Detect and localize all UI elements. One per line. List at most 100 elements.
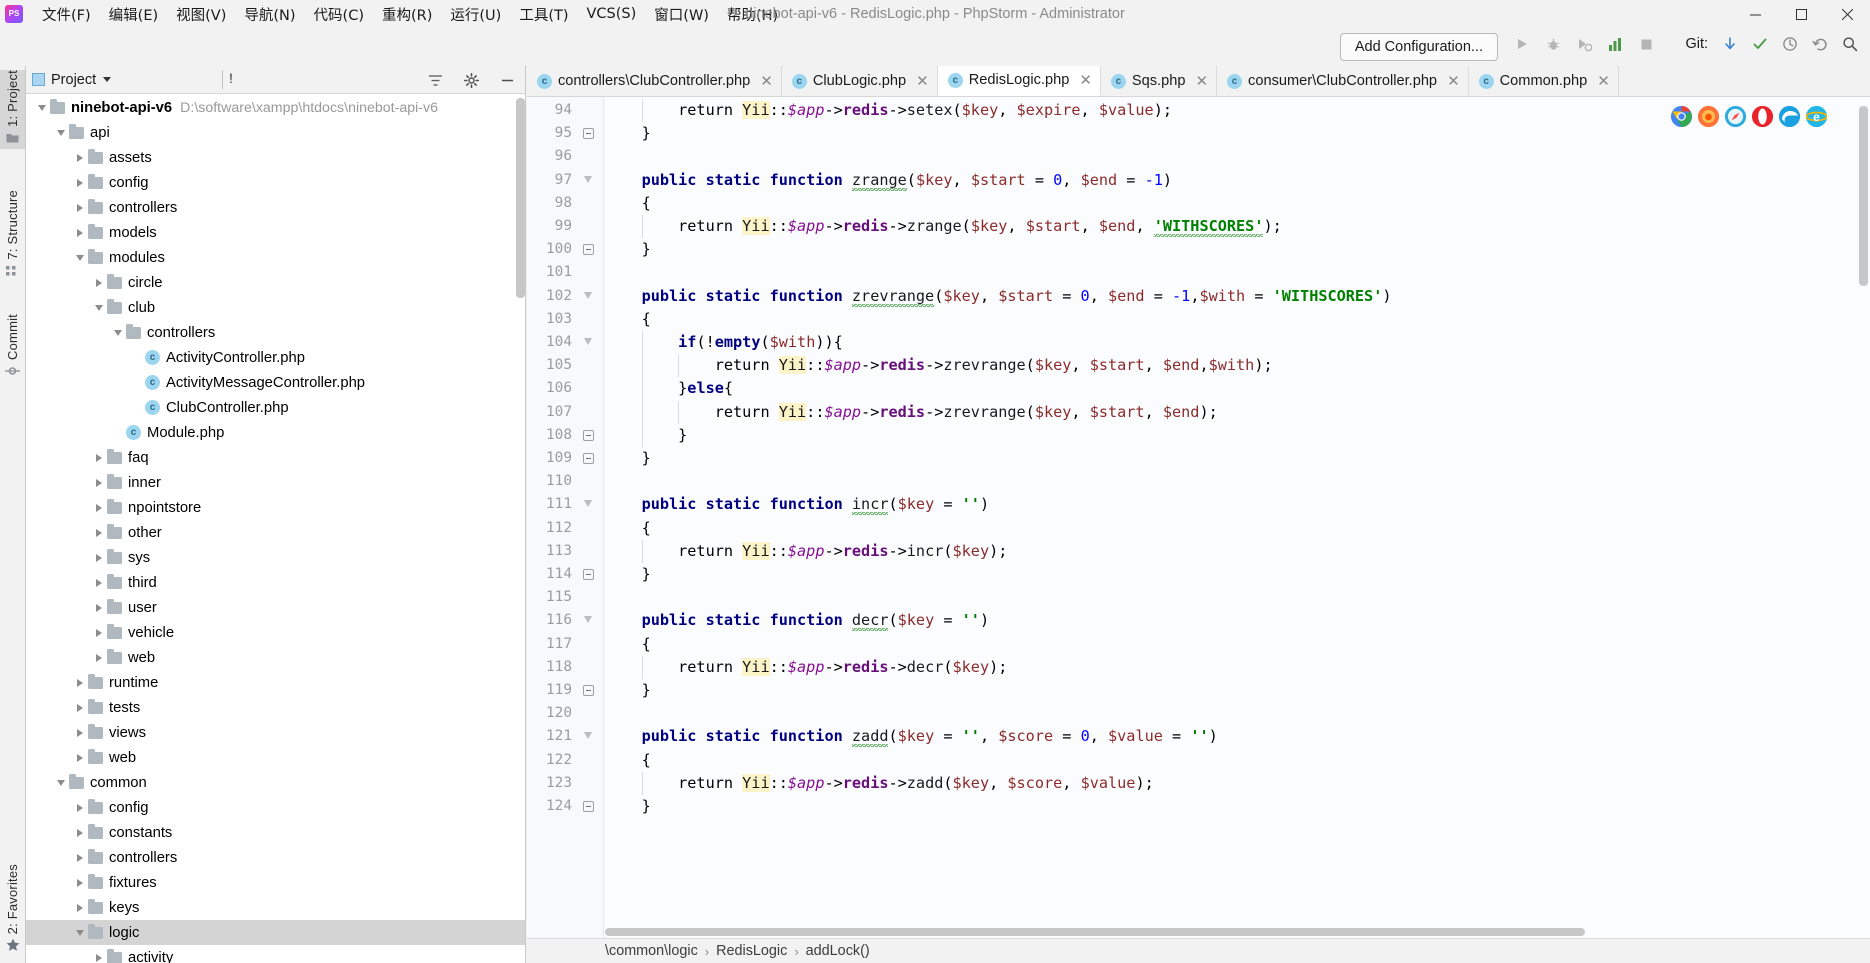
breadcrumb-item[interactable]: addLock() <box>806 943 870 959</box>
hide-icon[interactable] <box>493 66 521 94</box>
menu-item-6[interactable]: 运行(U) <box>441 1 510 28</box>
tree-node-web[interactable]: web <box>26 645 525 670</box>
code-line[interactable]: return Yii::$app->redis->zrevrange($key,… <box>605 354 1870 377</box>
firefox-icon[interactable] <box>1698 106 1719 127</box>
editor-gutter[interactable]: 94 95 96 97 98 99 100 101 102 103 104 105 106 107 108 1… <box>527 97 604 938</box>
fold-end-icon[interactable] <box>582 424 595 447</box>
chevron-right-icon[interactable] <box>91 575 107 591</box>
code-line[interactable]: return Yii::$app->redis->decr($key); <box>605 656 1870 679</box>
menu-item-3[interactable]: 导航(N) <box>235 1 304 28</box>
tree-node-assets[interactable]: assets <box>26 145 525 170</box>
code-line[interactable] <box>605 470 1870 493</box>
tree-node-constants[interactable]: constants <box>26 820 525 845</box>
chevron-down-icon[interactable] <box>34 100 50 116</box>
editor-tab-redislogic-php[interactable]: c RedisLogic.php ✕ <box>937 66 1101 96</box>
fold-end-icon[interactable] <box>582 447 595 470</box>
chevron-right-icon[interactable] <box>72 800 88 816</box>
sidebar-item-structure[interactable]: 7: Structure <box>0 190 25 282</box>
tree-node-user[interactable]: user <box>26 595 525 620</box>
stop-icon[interactable] <box>1632 30 1660 58</box>
code-line[interactable]: return Yii::$app->redis->zadd($key, $sco… <box>605 772 1870 795</box>
chevron-down-icon[interactable] <box>110 325 126 341</box>
code-line[interactable]: } <box>605 563 1870 586</box>
maximize-button[interactable] <box>1778 0 1824 28</box>
code-line[interactable]: return Yii::$app->redis->zrange($key, $s… <box>605 215 1870 238</box>
run-icon[interactable] <box>1508 30 1536 58</box>
search-icon[interactable] <box>1836 30 1864 58</box>
code-line[interactable]: { <box>605 308 1870 331</box>
project-scrollbar[interactable] <box>516 98 525 298</box>
menu-item-1[interactable]: 编辑(E) <box>100 1 167 28</box>
profile-icon[interactable] <box>1601 30 1629 58</box>
close-button[interactable] <box>1824 0 1870 28</box>
git-commit-icon[interactable] <box>1746 30 1774 58</box>
menu-item-5[interactable]: 重构(R) <box>373 1 441 28</box>
editor-vertical-scrollbar[interactable] <box>1859 106 1868 286</box>
code-line[interactable]: return Yii::$app->redis->incr($key); <box>605 540 1870 563</box>
tree-node-web[interactable]: web <box>26 745 525 770</box>
fold-expanded-icon[interactable] <box>582 725 595 748</box>
chevron-down-icon[interactable] <box>91 300 107 316</box>
project-file-tree[interactable]: ninebot-api-v6 D:\software\xampp\htdocs\n… <box>26 95 525 963</box>
code-line[interactable]: if(!empty($with)){ <box>605 331 1870 354</box>
code-line[interactable]: { <box>605 517 1870 540</box>
tree-node-activity[interactable]: activity <box>26 945 525 963</box>
tree-node-common[interactable]: common <box>26 770 525 795</box>
chevron-right-icon[interactable] <box>72 875 88 891</box>
tree-node-ninebot-api-v6[interactable]: ninebot-api-v6 D:\software\xampp\htdocs\n… <box>26 95 525 120</box>
sidebar-item-favorites[interactable]: 2: Favorites <box>0 864 25 957</box>
git-update-icon[interactable] <box>1716 30 1744 58</box>
opera-icon[interactable] <box>1752 106 1773 127</box>
code-line[interactable] <box>605 586 1870 609</box>
problems-indicator[interactable]: ! <box>229 70 233 86</box>
chevron-right-icon[interactable] <box>91 450 107 466</box>
code-line[interactable]: } <box>605 424 1870 447</box>
code-line[interactable]: } <box>605 795 1870 818</box>
code-line[interactable]: public static function zrevrange($key, $… <box>605 285 1870 308</box>
code-line[interactable]: public static function decr($key = '') <box>605 609 1870 632</box>
fold-end-icon[interactable] <box>582 795 595 818</box>
tree-node-npointstore[interactable]: npointstore <box>26 495 525 520</box>
tree-node-club[interactable]: club <box>26 295 525 320</box>
code-line[interactable]: public static function zrange($key, $sta… <box>605 169 1870 192</box>
menu-item-10[interactable]: 帮助(H) <box>718 1 787 28</box>
chevron-right-icon[interactable] <box>91 500 107 516</box>
chevron-right-icon[interactable] <box>72 725 88 741</box>
fold-expanded-icon[interactable] <box>582 609 595 632</box>
editor-tab-common-php[interactable]: c Common.php ✕ <box>1468 66 1619 96</box>
chevron-down-icon[interactable] <box>53 775 69 791</box>
sidebar-item-project[interactable]: 1: Project <box>0 70 25 149</box>
chevron-right-icon[interactable] <box>72 700 88 716</box>
menu-item-4[interactable]: 代码(C) <box>305 1 373 28</box>
code-line[interactable] <box>605 145 1870 168</box>
tree-node-faq[interactable]: faq <box>26 445 525 470</box>
chevron-right-icon[interactable] <box>91 600 107 616</box>
tree-node-logic[interactable]: logic <box>26 920 525 945</box>
tree-node-views[interactable]: views <box>26 720 525 745</box>
chevron-right-icon[interactable] <box>72 225 88 241</box>
tree-node-keys[interactable]: keys <box>26 895 525 920</box>
git-history-icon[interactable] <box>1776 30 1804 58</box>
code-line[interactable]: } <box>605 238 1870 261</box>
collapse-all-icon[interactable] <box>421 66 449 94</box>
ie-icon[interactable]: e <box>1805 106 1828 127</box>
tree-node-module-php[interactable]: c Module.php <box>26 420 525 445</box>
code-line[interactable]: { <box>605 749 1870 772</box>
code-line[interactable]: } <box>605 447 1870 470</box>
minimize-button[interactable] <box>1732 0 1778 28</box>
fold-expanded-icon[interactable] <box>582 169 595 192</box>
code-line[interactable]: public static function zadd($key = '', $… <box>605 725 1870 748</box>
code-line[interactable] <box>605 702 1870 725</box>
fold-end-icon[interactable] <box>582 679 595 702</box>
tree-node-other[interactable]: other <box>26 520 525 545</box>
fold-expanded-icon[interactable] <box>582 331 595 354</box>
menu-item-9[interactable]: 窗口(W) <box>645 1 718 28</box>
chevron-down-icon[interactable] <box>103 77 112 82</box>
tree-node-api[interactable]: api <box>26 120 525 145</box>
chevron-right-icon[interactable] <box>72 750 88 766</box>
chevron-right-icon[interactable] <box>91 625 107 641</box>
tree-node-controllers[interactable]: controllers <box>26 195 525 220</box>
git-rollback-icon[interactable] <box>1806 30 1834 58</box>
close-tab-icon[interactable]: ✕ <box>1597 74 1610 89</box>
close-tab-icon[interactable]: ✕ <box>1195 74 1208 89</box>
